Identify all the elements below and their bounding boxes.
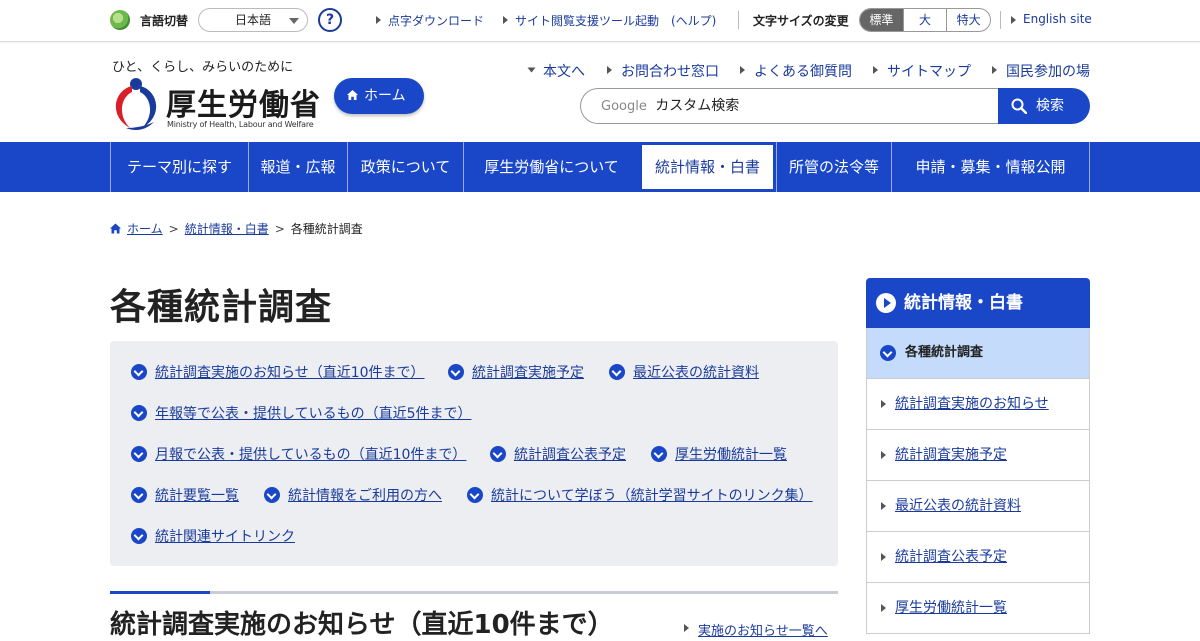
chevron-down-circle-icon — [490, 446, 506, 462]
anchor-link-panel: 統計調査実施のお知らせ（直近10件まで） 統計調査実施予定 最近公表の統計資料 … — [110, 341, 838, 566]
triangle-right-icon — [607, 66, 612, 74]
font-size-switcher: 標準 大 特大 — [859, 8, 991, 32]
triangle-right-icon — [881, 604, 886, 612]
logo-subtitle: Ministry of Health, Labour and Welfare — [167, 120, 314, 129]
triangle-right-icon — [873, 66, 878, 74]
chevron-down-circle-icon — [131, 446, 147, 462]
side-nav-heading[interactable]: 統計情報・白書 — [866, 278, 1090, 328]
font-size-standard-button[interactable]: 標準 — [860, 9, 903, 31]
triangle-right-icon — [503, 16, 508, 24]
chevron-down-circle-icon — [131, 405, 147, 421]
chevron-down-circle-icon — [651, 446, 667, 462]
section-title: 統計調査実施のお知らせ（直近10件まで） — [110, 610, 614, 640]
language-value: 日本語 — [235, 13, 272, 27]
globe-icon — [110, 10, 130, 30]
breadcrumb-separator: > — [274, 222, 285, 236]
nav-item-press[interactable]: 報道・広報 — [248, 142, 347, 192]
triangle-right-icon — [1011, 16, 1016, 24]
font-size-large-button[interactable]: 大 — [902, 9, 947, 31]
triangle-right-icon — [376, 16, 381, 24]
nav-item-policy[interactable]: 政策について — [347, 142, 463, 192]
panel-link[interactable]: 年報等で公表・提供しているもの（直近5件まで） — [131, 403, 472, 423]
breadcrumb: ホーム > 統計情報・白書 > 各種統計調査 — [110, 220, 363, 237]
chevron-down-circle-icon — [609, 364, 625, 380]
side-nav-item[interactable]: 統計調査公表予定 — [866, 532, 1090, 583]
panel-link[interactable]: 月報で公表・提供しているもの（直近10件まで） — [131, 444, 466, 464]
global-nav: テーマ別に探す 報道・広報 政策について 厚生労働省について 統計情報・白書 所… — [0, 142, 1200, 192]
breadcrumb-current: 各種統計調査 — [290, 222, 363, 236]
nav-item-themes[interactable]: テーマ別に探す — [110, 142, 248, 192]
breadcrumb-separator: > — [168, 222, 179, 236]
panel-link[interactable]: 統計要覧一覧 — [131, 485, 239, 505]
chevron-down-circle-icon — [880, 345, 896, 361]
chevron-down-circle-icon — [131, 487, 147, 503]
triangle-right-icon — [881, 502, 886, 510]
breadcrumb-statistics-link[interactable]: 統計情報・白書 — [185, 222, 269, 236]
language-label: 言語切替 — [140, 14, 189, 28]
braille-download-link[interactable]: 点字ダウンロード — [376, 12, 484, 29]
language-select[interactable]: 日本語 — [198, 8, 308, 32]
nav-item-applications[interactable]: 申請・募集・情報公開 — [891, 142, 1090, 192]
contact-link[interactable]: お問合わせ窓口 — [605, 61, 719, 81]
tagline: ひと、くらし、みらいのために — [112, 60, 294, 75]
accessibility-tool-link[interactable]: サイト閲覧支援ツール起動 (ヘルプ) — [503, 12, 716, 29]
chevron-down-circle-icon — [467, 487, 483, 503]
triangle-right-icon — [992, 66, 997, 74]
triangle-right-icon — [684, 624, 689, 632]
skip-to-content-link[interactable]: 本文へ — [527, 61, 585, 81]
breadcrumb-home-link[interactable]: ホーム — [127, 222, 163, 236]
triangle-right-icon — [740, 66, 745, 74]
home-button[interactable]: ホーム — [334, 78, 424, 114]
triangle-right-icon — [881, 400, 886, 408]
triangle-right-icon — [881, 553, 886, 561]
nav-item-about[interactable]: 厚生労働省について — [463, 142, 639, 192]
font-size-xlarge-button[interactable]: 特大 — [946, 9, 990, 31]
sitemap-link[interactable]: サイトマップ — [871, 61, 971, 81]
panel-link[interactable]: 統計調査公表予定 — [490, 444, 626, 464]
panel-link[interactable]: 統計調査実施予定 — [448, 362, 584, 382]
nav-item-laws[interactable]: 所管の法令等 — [776, 142, 891, 192]
panel-link[interactable]: 厚生労働統計一覧 — [651, 444, 787, 464]
play-circle-icon — [876, 293, 896, 313]
search-button[interactable]: 検索 — [998, 88, 1090, 124]
search-icon — [1011, 98, 1027, 114]
nav-item-statistics[interactable]: 統計情報・白書 — [639, 142, 776, 192]
search-placeholder: カスタム検索 — [655, 98, 740, 114]
panel-link[interactable]: 最近公表の統計資料 — [609, 362, 759, 382]
section-rule — [110, 591, 838, 594]
section-rule-accent — [110, 591, 210, 594]
side-nav-current: 各種統計調査 — [866, 328, 1090, 379]
mhlw-logo-icon — [115, 78, 157, 130]
page-title: 各種統計調査 — [110, 287, 333, 328]
chevron-down-circle-icon — [131, 364, 147, 380]
divider — [1000, 11, 1001, 29]
home-icon — [110, 223, 121, 234]
side-nav-item[interactable]: 統計調査実施予定 — [866, 430, 1090, 481]
english-site-link[interactable]: English site — [1011, 12, 1092, 26]
help-button[interactable]: ? — [318, 8, 342, 32]
utility-bar: 言語切替 日本語 ? 点字ダウンロード サイト閲覧支援ツール起動 (ヘルプ) 文… — [0, 0, 1200, 42]
chevron-down-circle-icon — [448, 364, 464, 380]
search-input[interactable]: Google カスタム検索 — [580, 88, 1000, 124]
chevron-down-icon — [289, 18, 299, 24]
side-nav-item[interactable]: 最近公表の統計資料 — [866, 481, 1090, 532]
chevron-down-circle-icon — [264, 487, 280, 503]
search-brand: Google — [601, 99, 647, 114]
triangle-right-icon — [527, 67, 536, 73]
home-icon — [347, 90, 358, 100]
public-participation-link[interactable]: 国民参加の場 — [990, 61, 1090, 81]
side-nav-item[interactable]: 厚生労働統計一覧 — [866, 583, 1090, 634]
panel-link[interactable]: 統計について学ぼう（統計学習サイトのリンク集） — [467, 485, 813, 505]
panel-link[interactable]: 統計関連サイトリンク — [131, 526, 295, 546]
divider — [738, 11, 739, 29]
triangle-right-icon — [881, 451, 886, 459]
font-size-label: 文字サイズの変更 — [753, 14, 849, 28]
side-nav-item[interactable]: 統計調査実施のお知らせ — [866, 379, 1090, 430]
chevron-down-circle-icon — [131, 528, 147, 544]
panel-link[interactable]: 統計情報をご利用の方へ — [264, 485, 442, 505]
logo-text: 厚生労働省 — [166, 88, 321, 123]
panel-link[interactable]: 統計調査実施のお知らせ（直近10件まで） — [131, 362, 425, 382]
faq-link[interactable]: よくある御質問 — [738, 61, 852, 81]
